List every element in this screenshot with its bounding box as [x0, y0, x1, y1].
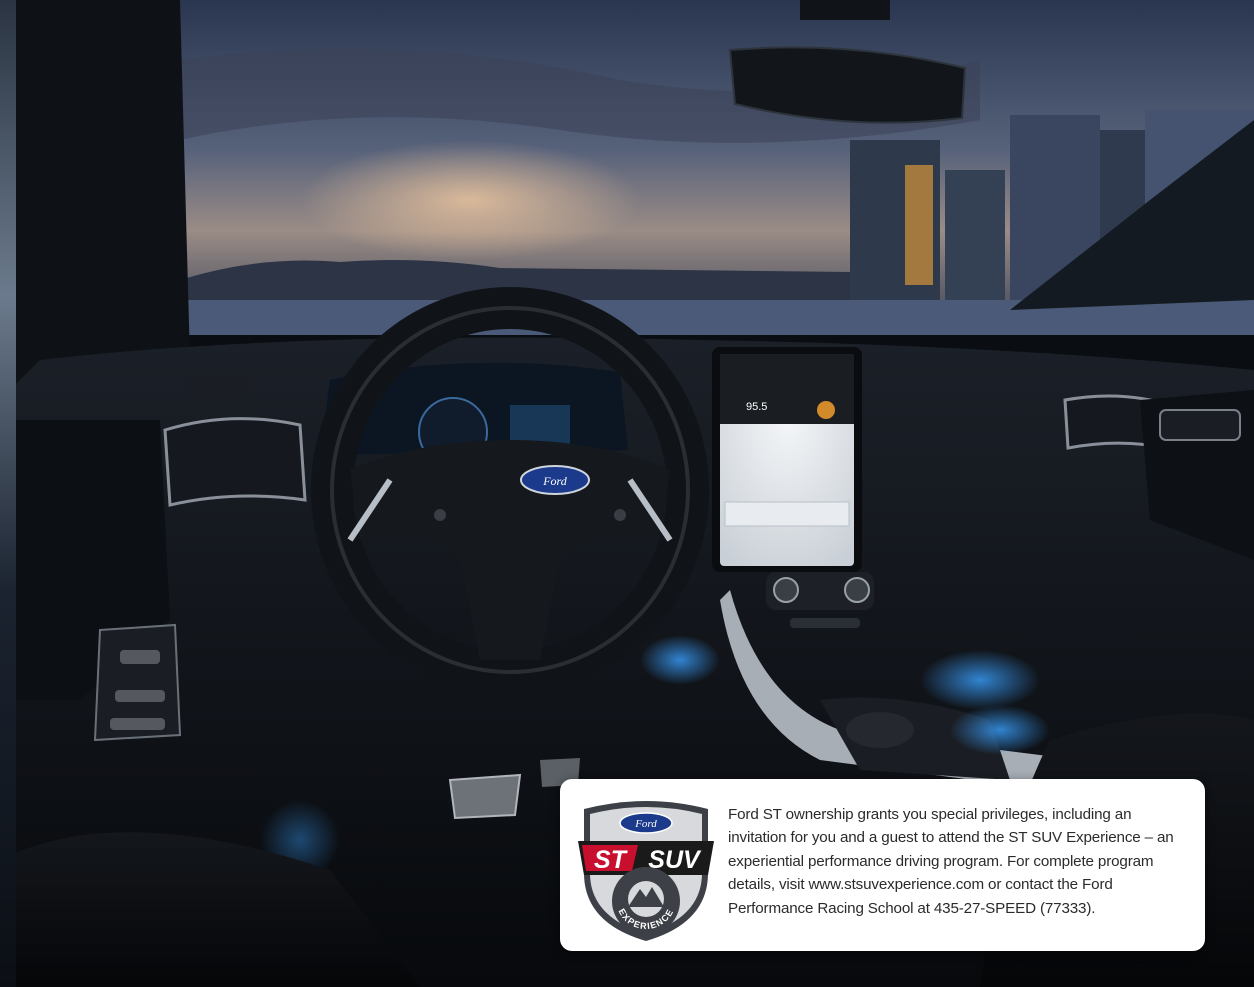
- info-card: Ford ST SUV EXPERIENCE Ford ST ownership…: [560, 779, 1205, 951]
- ford-logo-text: Ford: [542, 474, 568, 488]
- card-description: Ford ST ownership grants you special pri…: [728, 806, 1174, 917]
- image-edge-strip: [0, 0, 16, 987]
- st-suv-experience-badge: Ford ST SUV EXPERIENCE: [578, 801, 714, 941]
- badge-st-text: ST: [594, 846, 629, 874]
- badge-ford-text: Ford: [634, 818, 657, 830]
- radio-frequency: 95.5: [746, 401, 767, 413]
